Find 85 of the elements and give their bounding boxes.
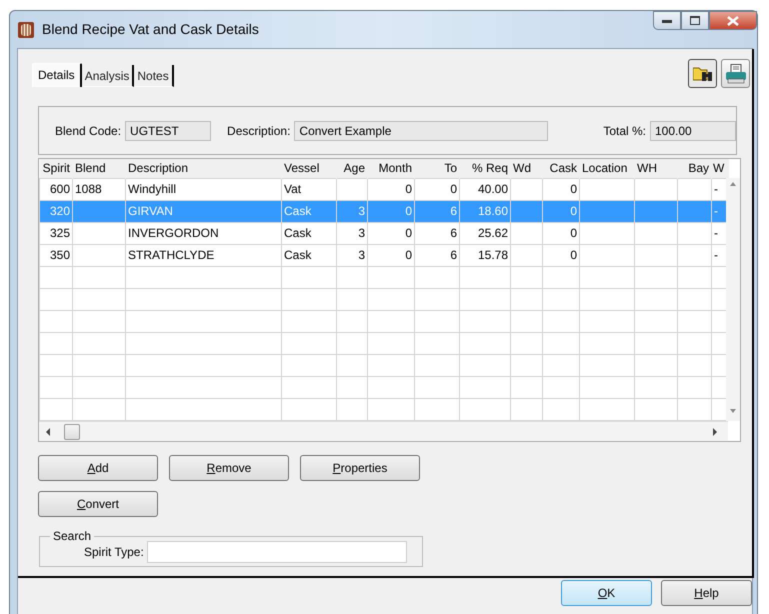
column-header[interactable]: Blend bbox=[72, 159, 126, 178]
column-header[interactable]: To bbox=[414, 159, 460, 178]
table-cell: 40.00 bbox=[478, 182, 508, 196]
table-cell: Vat bbox=[284, 182, 302, 196]
table-cell: - bbox=[714, 182, 718, 196]
table-cell: Windyhill bbox=[128, 182, 176, 196]
table-cell: 0 bbox=[405, 226, 412, 240]
minimize-icon bbox=[662, 18, 672, 22]
column-header[interactable]: Description bbox=[126, 159, 282, 178]
convert-button[interactable]: Convert bbox=[38, 491, 158, 517]
table-cell: 6 bbox=[450, 204, 457, 218]
printer-icon bbox=[724, 64, 746, 84]
column-header[interactable]: Spirit bbox=[40, 159, 72, 178]
column-header[interactable]: Location bbox=[580, 159, 634, 178]
blend-code-field[interactable]: UGTEST bbox=[125, 120, 212, 140]
column-header[interactable]: Cask bbox=[542, 159, 580, 178]
ok-button[interactable]: OK bbox=[561, 580, 652, 606]
minimize-button[interactable] bbox=[653, 11, 681, 30]
table-cell: STRATHCLYDE bbox=[128, 248, 214, 262]
table-cell: 3 bbox=[358, 248, 365, 262]
table-cell: - bbox=[714, 248, 718, 262]
table-cell: 600 bbox=[50, 182, 70, 196]
field-label: Total %: bbox=[603, 122, 646, 140]
field-label: Spirit Type: bbox=[84, 544, 144, 561]
help-button[interactable]: Help bbox=[661, 580, 752, 606]
table-cell: Cask bbox=[284, 248, 312, 262]
table-cell: GIRVAN bbox=[128, 204, 173, 218]
column-header[interactable]: Wd bbox=[510, 159, 542, 178]
column-header[interactable]: Bay bbox=[678, 159, 712, 178]
folder-binoculars-icon bbox=[692, 65, 712, 82]
table-cell: 1088 bbox=[75, 182, 102, 196]
tab[interactable]: Analysis bbox=[82, 65, 134, 87]
column-header[interactable]: Month bbox=[368, 159, 414, 178]
table-cell: 325 bbox=[50, 226, 70, 240]
tab[interactable]: Details bbox=[32, 63, 82, 87]
print-button[interactable] bbox=[721, 59, 750, 88]
table-cell: 0 bbox=[450, 182, 457, 196]
column-header[interactable]: Vessel bbox=[282, 159, 336, 178]
table-cell: 25.62 bbox=[478, 226, 508, 240]
table-row[interactable]: 325 INVERGORDON Cask 3 0 6 25.62 0 - bbox=[40, 222, 728, 244]
table-row[interactable]: 350 STRATHCLYDE Cask 3 0 6 15.78 0 - bbox=[40, 244, 728, 266]
table-cell: Cask bbox=[284, 226, 312, 240]
table-cell: 0 bbox=[405, 248, 412, 262]
column-header[interactable]: WH bbox=[634, 159, 678, 178]
table-cell: 0 bbox=[570, 226, 577, 240]
table-cell: - bbox=[714, 226, 718, 240]
table-cell: 6 bbox=[450, 226, 457, 240]
table-cell: 6 bbox=[450, 248, 457, 262]
barrel-icon bbox=[18, 22, 34, 38]
table-row[interactable]: 600 1088 Windyhill Vat 0 0 40.00 0 - bbox=[40, 178, 728, 200]
description-field[interactable]: Convert Example bbox=[294, 120, 548, 140]
table-cell: 350 bbox=[50, 248, 70, 262]
vertical-scrollbar[interactable] bbox=[726, 178, 740, 421]
table-cell: 0 bbox=[405, 204, 412, 218]
tab[interactable]: Notes bbox=[134, 65, 174, 87]
maximize-icon bbox=[690, 16, 700, 25]
table-cell: 3 bbox=[358, 226, 365, 240]
close-button[interactable] bbox=[709, 11, 757, 30]
horizontal-scrollbar[interactable] bbox=[39, 421, 728, 441]
close-icon bbox=[727, 16, 739, 26]
table-cell: 18.60 bbox=[478, 204, 508, 218]
total-field[interactable]: 100.00 bbox=[650, 120, 736, 140]
table-cell: 15.78 bbox=[478, 248, 508, 262]
add-button[interactable]: Add bbox=[38, 455, 158, 481]
table-cell: 0 bbox=[570, 204, 577, 218]
table-cell: 0 bbox=[405, 182, 412, 196]
column-header[interactable]: Age bbox=[336, 159, 368, 178]
table-cell: - bbox=[714, 204, 718, 218]
maximize-button[interactable] bbox=[681, 11, 709, 30]
properties-button[interactable]: Properties bbox=[300, 455, 420, 481]
field-label: Blend Code: bbox=[55, 122, 122, 140]
table-cell: Cask bbox=[284, 204, 312, 218]
scroll-thumb[interactable] bbox=[64, 424, 80, 440]
table-cell: INVERGORDON bbox=[128, 226, 219, 240]
column-header[interactable]: W bbox=[712, 159, 728, 178]
find-folder-button[interactable] bbox=[688, 59, 717, 88]
table-cell: 0 bbox=[570, 248, 577, 262]
table-cell: 320 bbox=[50, 204, 70, 218]
table-cell: 0 bbox=[570, 182, 577, 196]
window-title: Blend Recipe Vat and Cask Details bbox=[42, 20, 259, 39]
field-label: Description: bbox=[227, 122, 290, 140]
remove-button[interactable]: Remove bbox=[169, 455, 289, 481]
column-header[interactable]: % Req bbox=[460, 159, 510, 178]
spirit-type-field[interactable] bbox=[146, 541, 407, 563]
table-cell: 3 bbox=[358, 204, 365, 218]
